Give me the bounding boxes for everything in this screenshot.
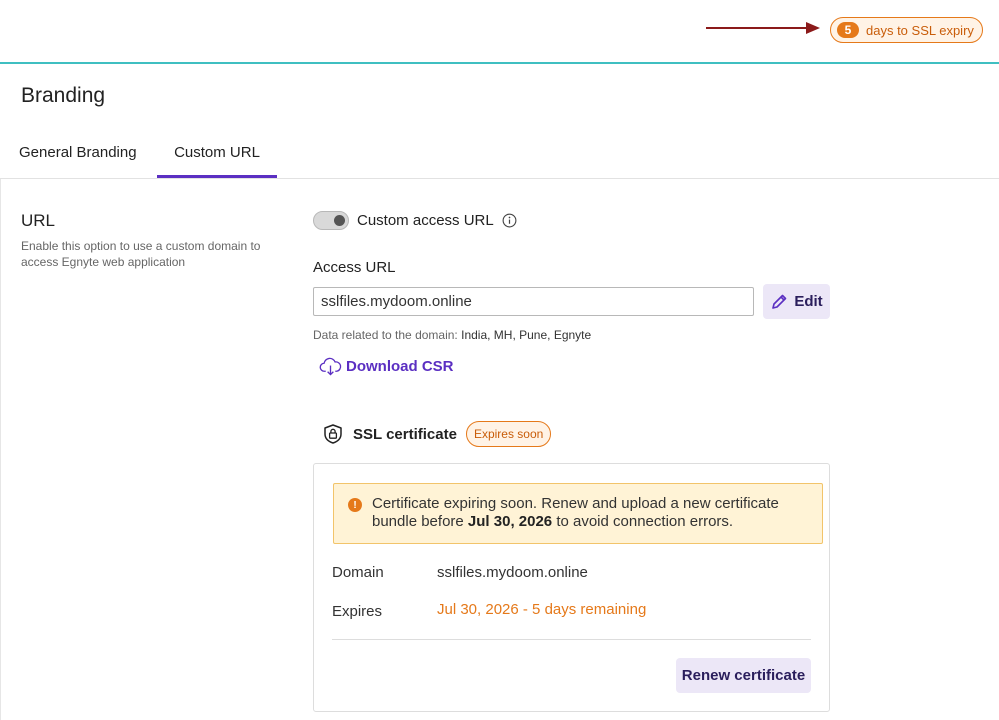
- domain-value: sslfiles.mydoom.online: [437, 564, 588, 581]
- download-csr-link[interactable]: Download CSR: [319, 357, 454, 376]
- domain-note-label: Data related to the domain:: [313, 328, 458, 342]
- edit-button-label: Edit: [794, 293, 823, 310]
- ssl-expiry-pill[interactable]: 5 days to SSL expiry: [830, 17, 983, 43]
- certificate-card: ! Certificate expiring soon. Renew and u…: [313, 463, 830, 712]
- tab-bar: General Branding Custom URL: [0, 130, 999, 179]
- domain-label: Domain: [332, 564, 384, 581]
- warning-date: Jul 30, 2026: [467, 513, 553, 530]
- tab-custom-url[interactable]: Custom URL: [157, 130, 277, 178]
- arrow-right-icon: [706, 22, 820, 34]
- expires-label: Expires: [332, 603, 383, 620]
- shield-lock-icon: [324, 424, 342, 444]
- warning-text-suffix: to avoid connection errors.: [552, 513, 734, 530]
- domain-note-value: India, MH, Pune, Egnyte: [461, 328, 592, 342]
- section-title: URL: [21, 211, 56, 230]
- ssl-expiry-text: days to SSL expiry: [866, 22, 974, 38]
- ssl-days-count: 5: [837, 22, 859, 38]
- page-title: Branding: [21, 84, 106, 107]
- custom-url-toggle[interactable]: [313, 211, 349, 230]
- ssl-certificate-title: SSL certificate: [353, 425, 457, 443]
- top-bar: 5 days to SSL expiry: [0, 0, 999, 64]
- info-icon[interactable]: [502, 213, 517, 228]
- expires-value: Jul 30, 2026 - 5 days remaining: [437, 601, 647, 618]
- warning-icon: !: [348, 498, 362, 512]
- access-url-input[interactable]: [313, 287, 754, 316]
- warning-text: Certificate expiring soon. Renew and upl…: [372, 495, 812, 531]
- card-divider: [332, 639, 811, 640]
- renew-certificate-button[interactable]: Renew certificate: [676, 658, 811, 693]
- tab-general-branding[interactable]: General Branding: [0, 130, 157, 178]
- section-description: Enable this option to use a custom domai…: [21, 239, 261, 269]
- expiry-warning-banner: ! Certificate expiring soon. Renew and u…: [333, 483, 823, 544]
- domain-note: Data related to the domain: India, MH, P…: [313, 328, 591, 342]
- download-csr-label: Download CSR: [346, 358, 454, 375]
- ssl-certificate-header: SSL certificate Expires soon: [322, 421, 552, 447]
- access-url-label: Access URL: [313, 259, 396, 276]
- edit-button[interactable]: Edit: [763, 284, 830, 319]
- toggle-knob: [334, 215, 345, 226]
- toggle-label: Custom access URL: [357, 212, 494, 229]
- pencil-icon: [772, 294, 787, 309]
- expires-soon-badge: Expires soon: [465, 421, 552, 447]
- cloud-download-icon: [319, 357, 342, 376]
